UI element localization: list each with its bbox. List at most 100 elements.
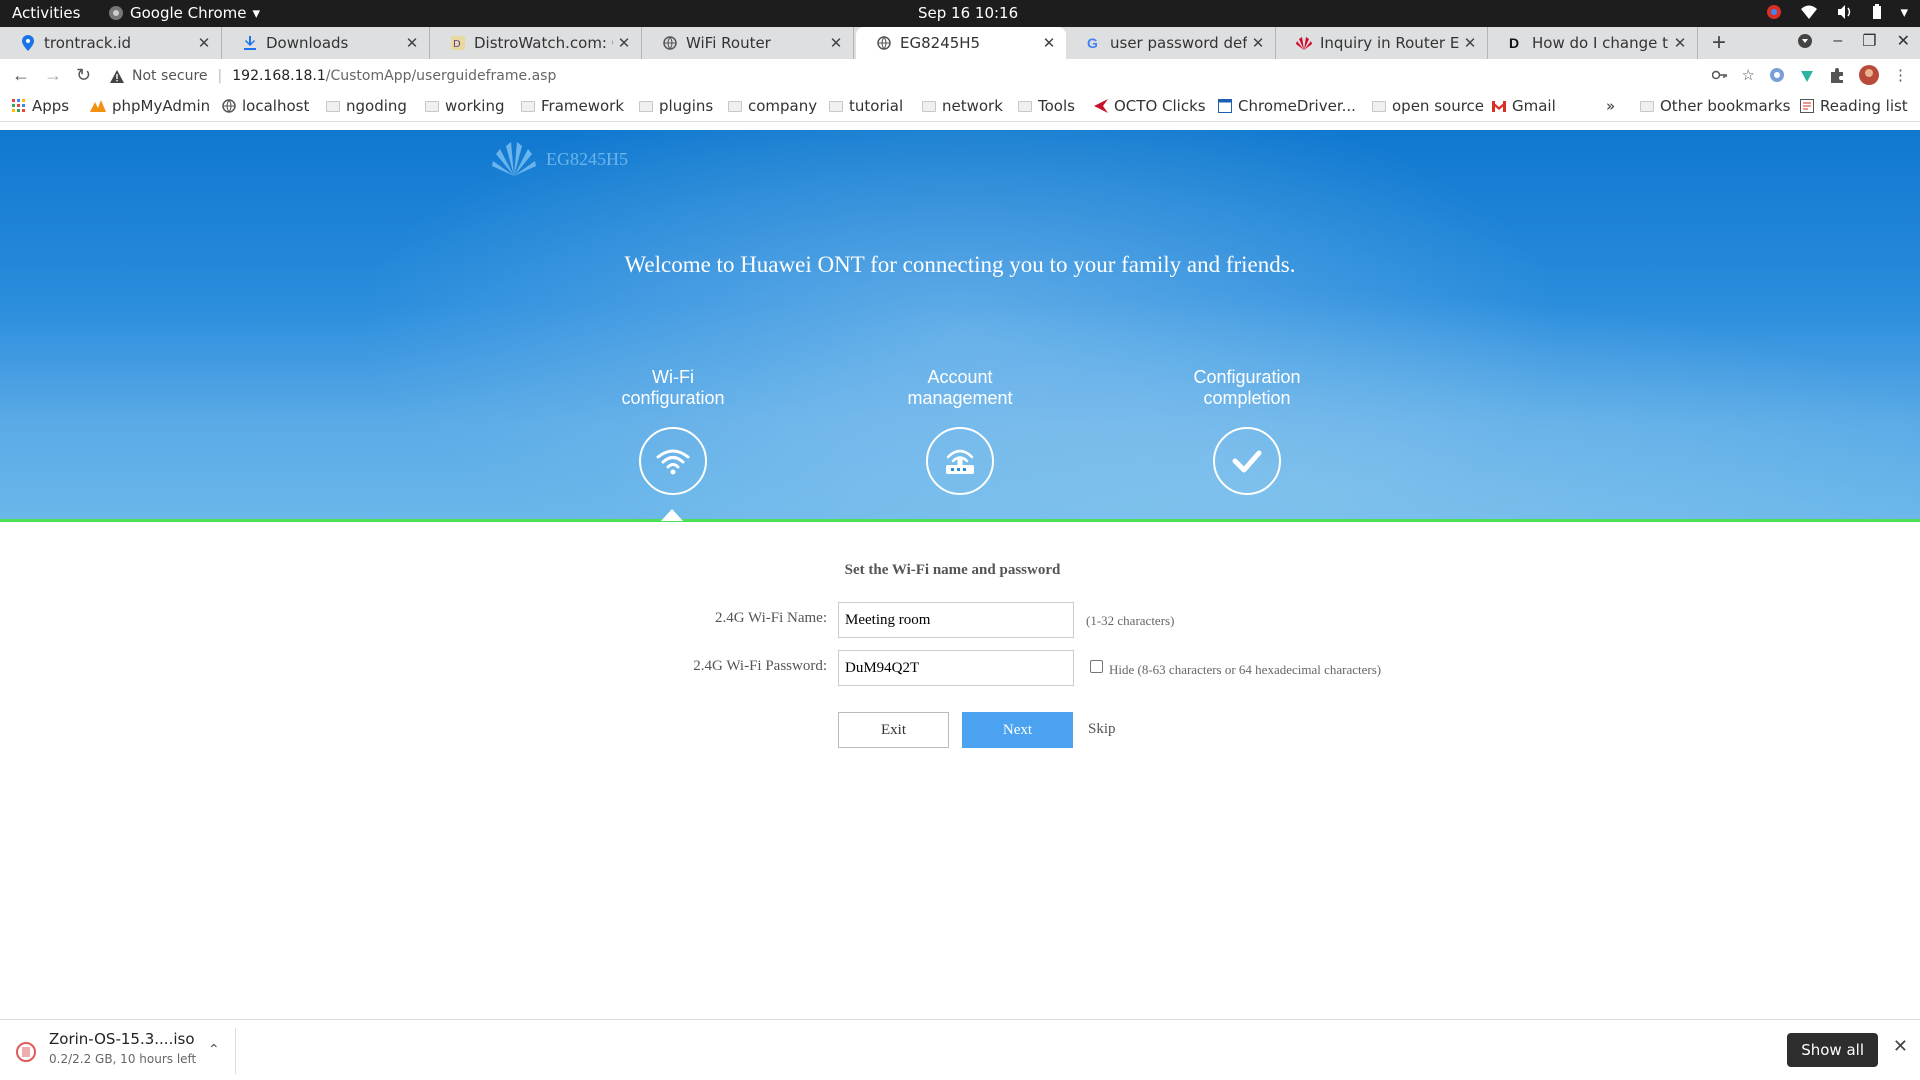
huawei-logo-icon — [492, 142, 536, 176]
browser-toolbar: ← → ↻ Not secure | 192.168.18.1/CustomAp… — [0, 59, 1920, 91]
bookmark-company[interactable]: company — [728, 97, 817, 115]
bookmark-label: phpMyAdmin — [112, 97, 211, 115]
bookmark-network[interactable]: network — [922, 97, 1003, 115]
back-icon[interactable]: ← — [12, 65, 30, 86]
close-window-icon[interactable]: ✕ — [1897, 31, 1910, 51]
close-icon[interactable]: ✕ — [613, 34, 635, 52]
bookmark-label: tutorial — [849, 97, 904, 115]
key-icon[interactable] — [1711, 70, 1728, 80]
star-icon[interactable]: ☆ — [1742, 66, 1755, 84]
distrowatch-icon: D — [450, 35, 466, 51]
wifi-icon — [639, 427, 707, 495]
extension-green-icon[interactable] — [1799, 67, 1815, 83]
wifi-name-label: 2.4G Wi-Fi Name: — [714, 610, 827, 626]
reload-icon[interactable]: ↻ — [76, 65, 91, 86]
folder-icon — [1640, 100, 1654, 112]
wifi-password-input[interactable] — [838, 650, 1074, 686]
next-button[interactable]: Next — [962, 712, 1073, 748]
bookmark-label: open source — [1392, 97, 1485, 115]
clock[interactable]: Sep 16 10:16 — [918, 4, 1018, 22]
bookmark-localhost[interactable]: localhost — [222, 97, 309, 115]
restore-icon[interactable]: ❐ — [1862, 31, 1876, 51]
bookmark-plugins[interactable]: plugins — [639, 97, 713, 115]
tab-title: WiFi Router — [686, 34, 771, 52]
new-tab-button[interactable]: + — [1712, 29, 1726, 57]
avatar[interactable] — [1859, 65, 1879, 85]
app-menu[interactable]: Google Chrome ▾ — [108, 4, 260, 22]
extensions-puzzle-icon[interactable] — [1829, 67, 1845, 83]
bookmark-label: ChromeDriver... — [1238, 97, 1356, 115]
close-icon[interactable]: ✕ — [193, 34, 215, 52]
omnibox[interactable]: Not secure | 192.168.18.1/CustomApp/user… — [110, 63, 556, 89]
bookmark-tools[interactable]: Tools — [1018, 97, 1075, 115]
google-icon: G — [1086, 35, 1102, 51]
bookmark-tutorial[interactable]: tutorial — [829, 97, 903, 115]
extension-blue-icon[interactable] — [1769, 67, 1785, 83]
tab-downloads[interactable]: Downloads ✕ — [222, 27, 430, 59]
close-icon[interactable]: ✕ — [825, 34, 847, 52]
show-all-button[interactable]: Show all — [1787, 1033, 1878, 1067]
tab-how-change[interactable]: D How do I change the ✕ — [1488, 27, 1698, 59]
activities-button[interactable]: Activities — [12, 4, 80, 22]
hide-password-checkbox[interactable] — [1090, 660, 1103, 673]
close-icon[interactable]: ✕ — [1038, 34, 1060, 52]
router-icon — [926, 427, 994, 495]
tab-wifi-router[interactable]: WiFi Router ✕ — [642, 27, 854, 59]
bookmark-octo-clicks[interactable]: OCTO Clicks — [1094, 97, 1206, 115]
step-label-line2: configuration — [621, 388, 725, 408]
bookmark-apps[interactable]: Apps — [12, 97, 69, 115]
tab-title: trontrack.id — [44, 34, 132, 52]
bookmark-working[interactable]: working — [425, 97, 505, 115]
folder-icon — [326, 100, 340, 112]
bookmark-ngoding[interactable]: ngoding — [326, 97, 407, 115]
bookmark-open-source[interactable]: open source — [1372, 97, 1484, 115]
download-item[interactable]: Zorin-OS-15.3....iso 0.2/2.2 GB, 10 hour… — [12, 1028, 236, 1074]
bookmark-label: company — [748, 97, 818, 115]
brand-logo: EG8245H5 — [492, 142, 628, 176]
wifi-status-icon — [1800, 4, 1818, 20]
tab-eg8245h5[interactable]: EG8245H5 ✕ — [856, 27, 1066, 59]
tab-distrowatch[interactable]: D DistroWatch.com: Ga ✕ — [430, 27, 642, 59]
folder-icon — [521, 100, 535, 112]
minimize-icon[interactable]: – — [1833, 32, 1842, 50]
chevron-up-icon[interactable]: ⌃ — [208, 1042, 220, 1058]
reading-list-icon — [1800, 99, 1814, 113]
svg-text:G: G — [1087, 36, 1098, 50]
system-tray[interactable]: ▾ — [1766, 3, 1908, 21]
url-path: /CustomApp/userguideframe.asp — [325, 68, 557, 84]
bookmark-label: OCTO Clicks — [1114, 97, 1206, 115]
tab-search-icon[interactable] — [1797, 33, 1813, 49]
bookmark-other[interactable]: Other bookmarks — [1640, 97, 1790, 115]
bookmark-chromedriver[interactable]: ChromeDriver... — [1218, 97, 1356, 115]
tab-title: user password defaul — [1110, 34, 1247, 52]
tab-strip: trontrack.id ✕ Downloads ✕ D DistroWatch… — [0, 27, 1920, 59]
close-icon[interactable]: ✕ — [1893, 1036, 1908, 1057]
close-icon[interactable]: ✕ — [1247, 34, 1269, 52]
bookmark-label: Apps — [32, 97, 70, 115]
progress-line — [0, 519, 1920, 522]
bookmark-label: Other bookmarks — [1660, 97, 1791, 115]
close-icon[interactable]: ✕ — [1669, 34, 1691, 52]
menu-kebab-icon[interactable]: ⋮ — [1893, 66, 1908, 84]
bookmark-framework[interactable]: Framework — [521, 97, 624, 115]
bookmark-phpmyadmin[interactable]: phpMyAdmin — [90, 97, 210, 115]
volume-icon — [1836, 4, 1854, 20]
tab-trontrack[interactable]: trontrack.id ✕ — [0, 27, 222, 59]
forward-icon[interactable]: → — [44, 65, 62, 86]
close-icon[interactable]: ✕ — [1459, 34, 1481, 52]
folder-icon — [1018, 100, 1032, 112]
gmail-icon — [1492, 100, 1506, 112]
tab-google-search[interactable]: G user password defaul ✕ — [1066, 27, 1276, 59]
reading-list-button[interactable]: Reading list — [1800, 97, 1908, 115]
wifi-name-input[interactable] — [838, 602, 1074, 638]
exit-button[interactable]: Exit — [838, 712, 949, 748]
bookmarks-overflow-button[interactable]: » — [1606, 97, 1615, 115]
tab-title: DistroWatch.com: Ga — [474, 34, 613, 52]
bookmark-label: Gmail — [1512, 97, 1556, 115]
close-icon[interactable]: ✕ — [401, 34, 423, 52]
bookmark-label: working — [445, 97, 505, 115]
tab-huawei-inquiry[interactable]: Inquiry in Router EG8 ✕ — [1276, 27, 1488, 59]
bookmark-gmail[interactable]: Gmail — [1492, 97, 1556, 115]
folder-icon — [922, 100, 936, 112]
skip-link[interactable]: Skip — [1088, 721, 1116, 738]
